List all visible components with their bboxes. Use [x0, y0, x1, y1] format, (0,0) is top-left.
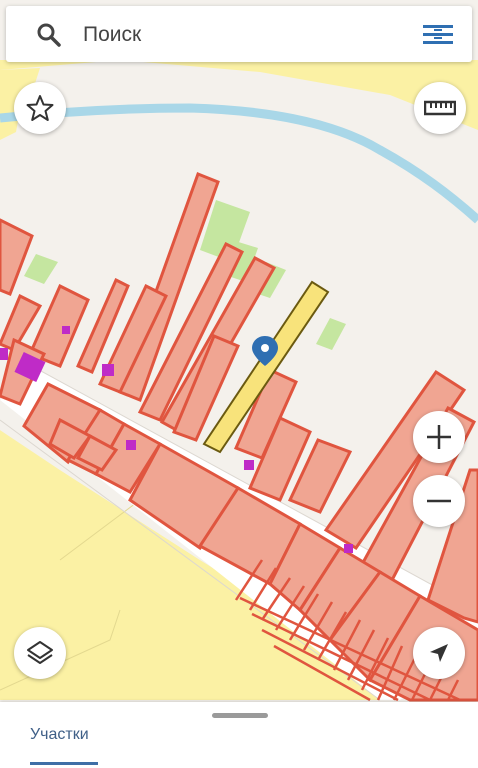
plus-icon [427, 425, 451, 449]
tab-active-indicator [30, 762, 98, 765]
menu-icon[interactable] [422, 23, 454, 47]
cadastral-map[interactable] [0, 0, 478, 768]
my-location-button[interactable] [413, 627, 465, 679]
star-icon [26, 95, 54, 121]
search-input[interactable]: Поиск [83, 22, 141, 48]
tab-parcels[interactable]: Участки [30, 726, 89, 744]
ruler-icon [424, 100, 456, 116]
drag-handle[interactable] [212, 713, 268, 718]
layers-icon [27, 641, 53, 664]
search-icon[interactable] [36, 22, 62, 48]
zoom-in-button[interactable] [413, 411, 465, 463]
favorite-button[interactable] [14, 82, 66, 134]
search-bar[interactable]: Поиск [6, 6, 472, 62]
ruler-button[interactable] [414, 82, 466, 134]
layers-button[interactable] [14, 627, 66, 679]
minus-icon [427, 499, 451, 503]
bottom-sheet[interactable]: Участки [0, 702, 478, 768]
zoom-out-button[interactable] [413, 475, 465, 527]
navigation-arrow-icon [430, 644, 448, 662]
